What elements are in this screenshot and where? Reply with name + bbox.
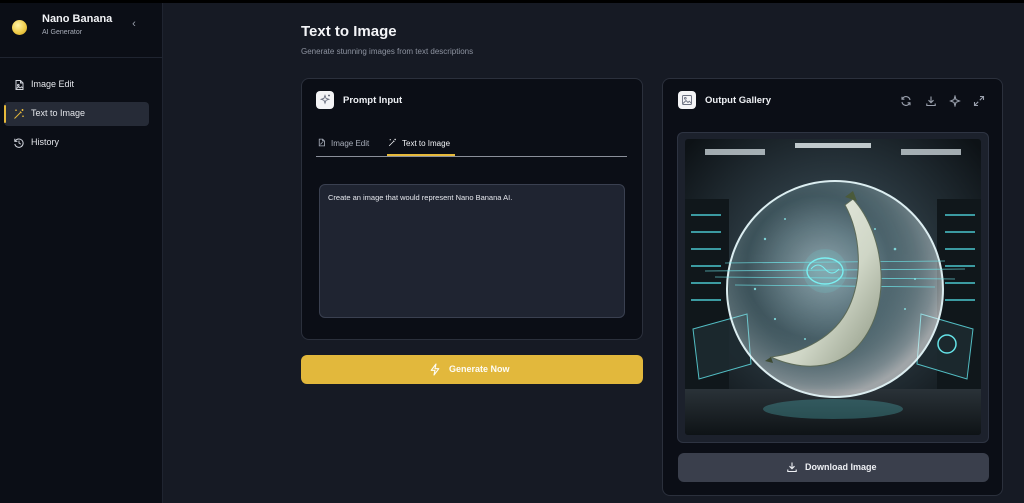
lightning-icon	[430, 363, 440, 376]
tab-image-edit[interactable]: Image Edit	[317, 138, 369, 156]
generate-button-label: Generate Now	[449, 364, 510, 374]
page-subtitle: Generate stunning images from text descr…	[301, 47, 474, 56]
sparkle-icon[interactable]	[949, 95, 961, 107]
brand-title: Nano Banana	[42, 13, 113, 25]
image-edit-icon	[15, 80, 24, 90]
gallery-card-title: Output Gallery	[705, 95, 771, 106]
page-title: Text to Image	[301, 23, 397, 40]
tab-label: Image Edit	[331, 139, 370, 148]
sidebar: Nano Banana AI Generator ‹ Image Edit Te…	[0, 3, 163, 503]
sidebar-item-text-to-image[interactable]: Text to Image	[4, 102, 149, 126]
download-icon[interactable]	[925, 95, 937, 107]
sidebar-item-label: Text to Image	[31, 108, 86, 118]
magic-wand-icon	[14, 109, 24, 119]
tabs-divider	[316, 156, 627, 157]
brand-subtitle: AI Generator	[42, 29, 83, 36]
sidebar-item-image-edit[interactable]: Image Edit	[4, 73, 149, 97]
magic-wand-icon	[388, 138, 396, 147]
tab-label: Text to Image	[402, 139, 451, 148]
generate-now-button[interactable]: Generate Now	[301, 355, 643, 384]
history-icon	[14, 138, 24, 148]
image-edit-icon	[318, 138, 325, 147]
generated-image[interactable]	[685, 139, 981, 435]
gallery-icon	[678, 91, 696, 109]
prompt-card-title: Prompt Input	[343, 95, 403, 106]
brand-header: Nano Banana AI Generator ‹	[0, 3, 163, 58]
download-icon	[787, 462, 797, 473]
prompt-textarea[interactable]: Create an image that would represent Nan…	[319, 184, 625, 318]
sidebar-item-label: Image Edit	[31, 79, 75, 89]
active-tab-indicator	[387, 154, 455, 156]
expand-icon[interactable]	[973, 95, 985, 107]
banana-logo-icon	[12, 20, 27, 35]
sparkle-icon	[316, 91, 334, 109]
refresh-icon[interactable]	[900, 95, 912, 107]
collapse-sidebar-button[interactable]: ‹	[128, 17, 140, 31]
sidebar-item-label: History	[31, 137, 60, 147]
download-button-label: Download Image	[805, 462, 877, 472]
sidebar-item-history[interactable]: History	[4, 131, 149, 155]
download-image-button[interactable]: Download Image	[678, 453, 989, 482]
